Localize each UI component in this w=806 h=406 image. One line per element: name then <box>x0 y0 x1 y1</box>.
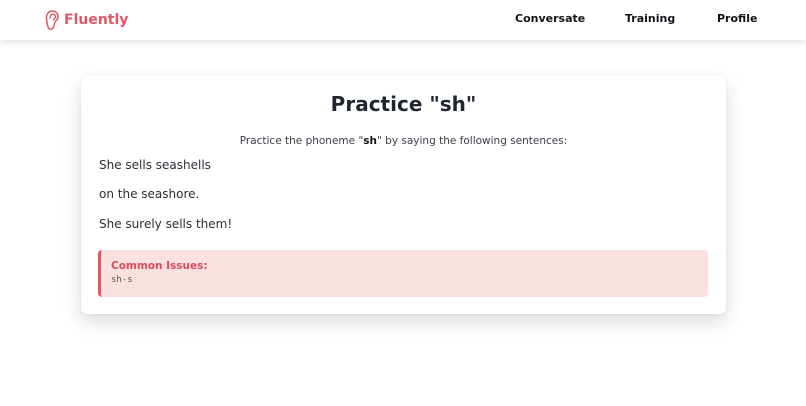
nav-link-profile[interactable]: Profile <box>717 12 757 25</box>
phoneme-label: sh <box>363 135 378 147</box>
practice-instruction: Practice the phoneme "sh" by saying the … <box>81 135 726 147</box>
top-navbar: Fluently Conversate Training Profile <box>0 0 806 40</box>
nav-link-training[interactable]: Training <box>625 12 675 25</box>
common-issue-item: sh-s <box>111 275 133 285</box>
brand-name: Fluently <box>64 12 129 28</box>
practice-card: Practice "sh" Practice the phoneme "sh" … <box>81 76 726 314</box>
practice-sentence: on the seashore. <box>99 187 200 201</box>
common-issues-box: Common Issues: sh-s <box>98 250 708 297</box>
nav-link-conversate[interactable]: Conversate <box>515 12 585 25</box>
ear-icon <box>44 9 60 31</box>
common-issues-title: Common Issues: <box>111 260 208 272</box>
brand-logo[interactable]: Fluently <box>44 8 128 32</box>
instruction-suffix: " by saying the following sentences: <box>377 135 568 147</box>
practice-sentence: She sells seashells <box>99 158 211 172</box>
instruction-prefix: Practice the phoneme " <box>239 135 364 147</box>
practice-sentence: She surely sells them! <box>99 217 233 231</box>
practice-title: Practice "sh" <box>330 92 477 116</box>
